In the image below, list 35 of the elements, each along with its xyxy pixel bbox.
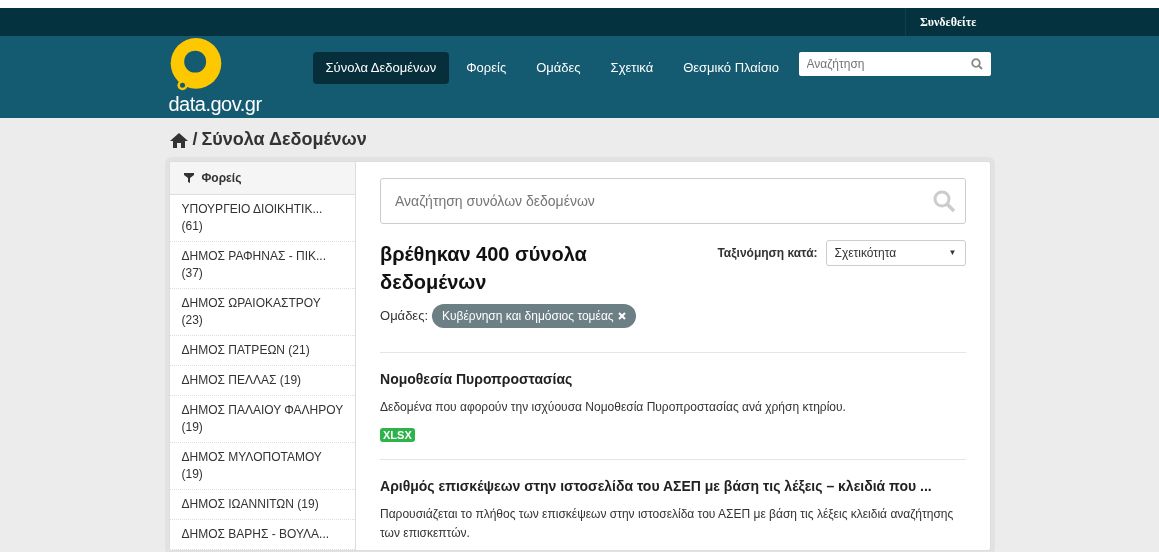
breadcrumb-separator: / bbox=[192, 128, 198, 151]
sidebar-item[interactable]: ΔΗΜΟΣ ΒΑΡΗΣ - ΒΟΥΛΑ... bbox=[169, 520, 355, 550]
search-field[interactable]: Αναζήτηση bbox=[798, 52, 991, 76]
nav-link[interactable]: Σχετικά bbox=[597, 52, 667, 84]
results-heading: βρέθηκαν 400 σύνολα δεδομένων bbox=[380, 242, 588, 295]
filter-label: Ομάδες: bbox=[380, 307, 429, 326]
sidebar-item[interactable]: ΥΠΟΥΡΓΕΙΟ ΔΙΟΙΚΗΤΙΚ... (61) bbox=[169, 195, 355, 242]
filter-tag[interactable]: Κυβέρνηση και δημόσιος τομέας bbox=[432, 304, 636, 328]
nav-link[interactable]: Θεσμικό Πλαίσιο bbox=[670, 52, 792, 84]
remove-icon[interactable] bbox=[617, 312, 626, 320]
search-icon bbox=[970, 58, 983, 70]
nav-link[interactable]: Φορείς bbox=[453, 52, 520, 84]
nav-link[interactable]: Ομάδες bbox=[523, 52, 594, 84]
dataset-description: Δεδομένα που αφορούν την ισχύουσα Νομοθεσία Πυροπροστασίας ανά χρήση κτηρίου. bbox=[380, 399, 847, 416]
nav-link[interactable]: Σύνολα Δεδομένων bbox=[312, 52, 450, 84]
dataset-description: Παρουσιάζεται το πλήθος των επισκέψεων στην ιστοσελίδα του ΑΣΕΠ με βάση τις λέξεις κλειδιά αναζήτησης των επισκεπτών. bbox=[380, 505, 955, 542]
logo-text: data.gov.gr bbox=[168, 94, 262, 114]
sidebar-item[interactable]: ΔΗΜΟΣ ΩΡΑΙΟΚΑΣΤΡΟΥ (23) bbox=[169, 289, 355, 336]
search-icon bbox=[931, 189, 956, 213]
sidebar-item[interactable]: ΔΗΜΟΣ ΡΑΦΗΝΑΣ - ΠΙΚ... (37) bbox=[169, 242, 355, 289]
home-icon[interactable] bbox=[168, 131, 189, 148]
sidebar-title: Φορείς bbox=[201, 170, 242, 187]
sort-label: Ταξινόμηση κατά: bbox=[717, 245, 818, 262]
dataset-title-link[interactable]: Αριθμός επισκέψεων στην ιστοσελίδα του ΑΣΕΠ με βάση τις λέξεις – κλειδιά που ... bbox=[380, 475, 966, 497]
sidebar-item[interactable]: ΔΗΜΟΣ ΠΕΛΛΑΣ (19) bbox=[169, 366, 355, 396]
sidebar-item[interactable]: ΔΗΜΟΣ ΠΑΛΑΙΟΥ ΦΑΛΗΡΟΥ (19) bbox=[169, 396, 355, 443]
sidebar-item[interactable]: ΔΗΜΟΣ ΠΑΤΡΕΩΝ (21) bbox=[169, 336, 355, 366]
sidebar-item[interactable]: ΔΗΜΟΣ ΙΩΑΝΝΙΤΩΝ (19) bbox=[169, 490, 355, 520]
sort-select[interactable]: Σχετικότητα ▼ bbox=[825, 240, 966, 266]
breadcrumb-current: Σύνολα Δεδομένων bbox=[201, 128, 367, 151]
sidebar-item[interactable]: ΔΗΜΟΣ ΜΥΛΟΠΟΤΑΜΟΥ (19) bbox=[169, 443, 355, 490]
dataset-search-field[interactable]: Αναζήτηση συνόλων δεδομένων bbox=[380, 178, 966, 224]
dataset-title-link[interactable]: Νομοθεσία Πυροπροστασίας bbox=[380, 369, 966, 390]
filter-icon bbox=[183, 173, 194, 183]
caret-icon: ▼ bbox=[948, 247, 957, 259]
